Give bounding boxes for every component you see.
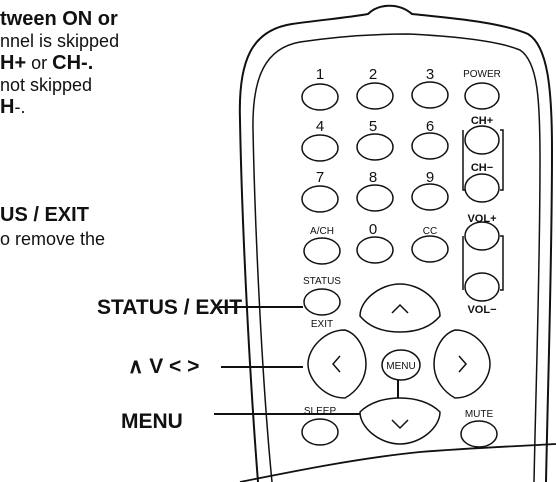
label-7: 7 — [316, 169, 324, 186]
ch-plus-button[interactable] — [464, 125, 500, 155]
label-8: 8 — [369, 169, 377, 186]
button-6[interactable] — [411, 132, 449, 160]
label-0: 0 — [369, 221, 377, 238]
remote-diagram: 1 2 3 POWER 4 5 6 CH+ CH− 7 8 9 A/CH 0 C… — [214, 4, 556, 482]
right-arrow-button[interactable] — [433, 329, 491, 399]
down-arrow-button[interactable] — [359, 397, 441, 445]
label-power: POWER — [463, 69, 501, 80]
button-5[interactable] — [356, 133, 394, 161]
status-exit-button[interactable] — [303, 288, 341, 316]
vol-minus-button[interactable] — [464, 272, 500, 302]
label-3: 3 — [426, 66, 434, 83]
button-4[interactable] — [301, 134, 339, 162]
label-2: 2 — [369, 66, 377, 83]
label-ach: A/CH — [310, 226, 334, 237]
label-ch-minus: CH− — [471, 162, 493, 174]
label-menu: MENU — [386, 361, 415, 372]
remote-bottom-curve — [239, 443, 556, 482]
button-8[interactable] — [356, 184, 394, 212]
button-1[interactable] — [301, 83, 339, 111]
button-7[interactable] — [301, 185, 339, 213]
button-2[interactable] — [356, 82, 394, 110]
label-mute: MUTE — [465, 409, 494, 420]
button-0[interactable] — [356, 236, 394, 264]
mute-button[interactable] — [460, 420, 498, 448]
button-9[interactable] — [411, 183, 449, 211]
label-4: 4 — [316, 118, 324, 135]
label-ch-plus: CH+ — [471, 115, 493, 127]
power-button[interactable] — [464, 82, 500, 110]
label-1: 1 — [316, 66, 324, 83]
sleep-button[interactable] — [301, 418, 339, 446]
label-5: 5 — [369, 118, 377, 135]
label-status: STATUS — [303, 276, 341, 287]
cc-button[interactable] — [411, 235, 449, 263]
label-exit: EXIT — [311, 319, 333, 330]
label-sleep: SLEEP — [304, 406, 337, 417]
left-arrow-button[interactable] — [307, 329, 367, 399]
ach-button[interactable] — [303, 237, 341, 265]
button-3[interactable] — [411, 81, 449, 109]
ch-minus-button[interactable] — [464, 173, 500, 203]
label-vol-minus: VOL− — [467, 304, 496, 316]
vol-plus-button[interactable] — [464, 221, 500, 251]
up-arrow-button[interactable] — [359, 283, 441, 333]
